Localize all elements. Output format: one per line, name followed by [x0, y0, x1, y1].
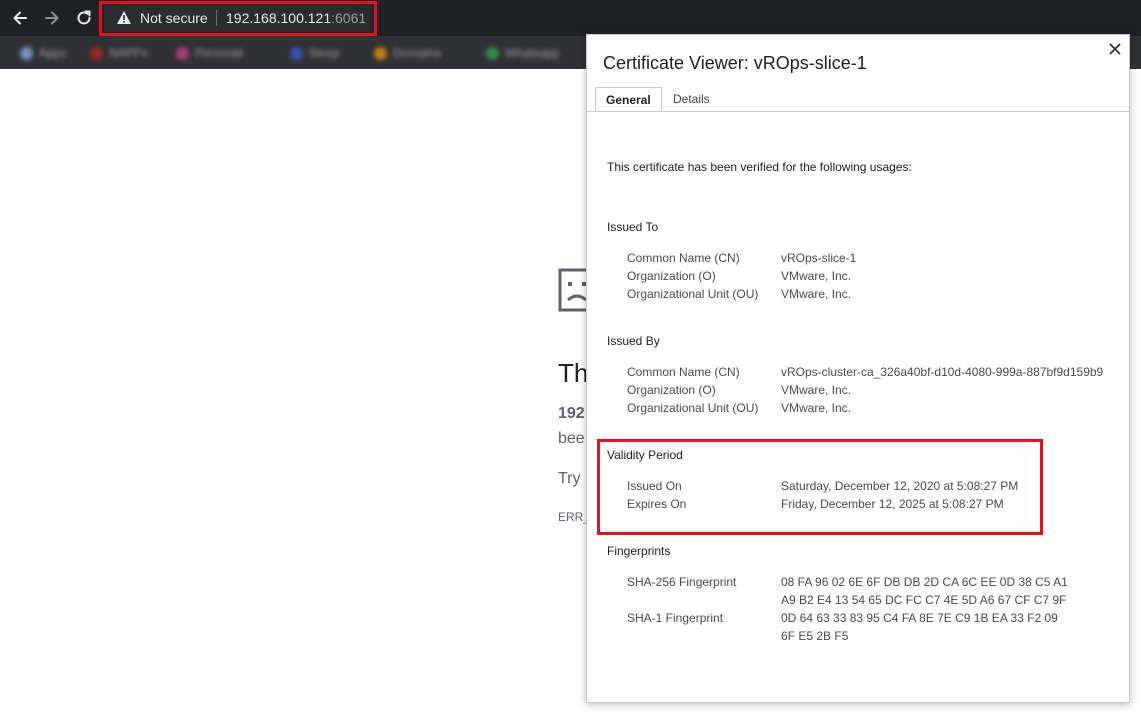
issued-by-ou-label: Organizational Unit (OU) [627, 401, 759, 415]
bookmark-item[interactable]: Whatsapp [486, 45, 559, 61]
bookmark-item[interactable]: Apps [20, 45, 66, 61]
bookmark-item[interactable]: Personal [176, 45, 242, 61]
error-message: bee [558, 430, 585, 447]
bookmark-label: Domaina [393, 46, 442, 60]
not-secure-label[interactable]: Not secure [140, 10, 208, 26]
bookmark-label: Whatsapp [505, 46, 560, 60]
bookmark-label: Personal [195, 46, 243, 60]
issued-to-cn-label: Common Name (CN) [627, 251, 740, 265]
issued-on-label: Issued On [627, 479, 682, 493]
bookmark-label: Apps [39, 46, 67, 60]
url-port: :6061 [331, 10, 367, 26]
bookmark-favicon [176, 46, 189, 60]
arrow-right-icon [45, 11, 59, 25]
error-host: 192 [558, 405, 585, 422]
url-host: 192.168.100.121 [226, 10, 332, 26]
bookmark-favicon [290, 46, 303, 60]
tab-general[interactable]: General [595, 87, 662, 111]
expires-on-label: Expires On [627, 497, 687, 511]
arrow-left-icon [13, 11, 27, 25]
issued-by-cn-value: vROps-cluster-ca_326a40bf-d10d-4080-999a… [781, 365, 1104, 379]
warning-icon[interactable] [116, 10, 132, 25]
issued-to-o-label: Organization (O) [627, 269, 716, 283]
expires-on-value: Friday, December 12, 2025 at 5:08:27 PM [781, 497, 1004, 511]
address-separator [216, 10, 217, 26]
issued-to-o-value: VMware, Inc. [781, 269, 852, 283]
sha256-value-line2: A9 B2 E4 13 54 65 DC FC C7 4E 5D A6 67 C… [781, 593, 1067, 607]
forward-button[interactable] [40, 6, 64, 30]
certificate-viewer-dialog: Certificate Viewer: vROps-slice-1 Genera… [586, 34, 1130, 703]
sha256-value-line1: 08 FA 96 02 6E 6F DB DB 2D CA 6C EE 0D 3… [781, 575, 1068, 589]
issued-to-ou-label: Organizational Unit (OU) [627, 287, 759, 301]
close-button[interactable] [1105, 39, 1125, 59]
back-button[interactable] [8, 6, 32, 30]
issued-to-cn-value: vROps-slice-1 [781, 251, 857, 265]
sha1-value-line1: 0D 64 63 33 83 95 C4 FA 8E 7E C9 1B EA 3… [781, 611, 1058, 625]
issued-by-heading: Issued By [607, 334, 660, 348]
issued-by-o-label: Organization (O) [627, 383, 716, 397]
error-title: Th [558, 358, 589, 388]
issued-to-heading: Issued To [607, 220, 659, 234]
bookmark-label: NAPPs [109, 46, 148, 60]
reload-icon [77, 10, 91, 25]
error-suggestion: Try [558, 470, 581, 487]
tab-details[interactable]: Details [663, 87, 720, 111]
reload-button[interactable] [72, 6, 96, 30]
bookmark-favicon [486, 46, 499, 60]
issued-on-value: Saturday, December 12, 2020 at 5:08:27 P… [781, 479, 1019, 493]
apps-grid-icon [20, 46, 33, 60]
bookmark-favicon [374, 46, 387, 60]
issued-by-cn-label: Common Name (CN) [627, 365, 740, 379]
sha1-value-line2: 6F E5 2B F5 [781, 629, 849, 643]
browser-toolbar: Not secure 192.168.100.121:6061 [0, 0, 1141, 36]
fingerprints-heading: Fingerprints [607, 544, 671, 558]
issued-by-o-value: VMware, Inc. [781, 383, 852, 397]
issued-by-ou-value: VMware, Inc. [781, 401, 852, 415]
address-bar[interactable]: Not secure 192.168.100.121:6061 [104, 4, 372, 32]
intro-text: This certificate has been verified for t… [607, 160, 912, 174]
bookmark-item[interactable]: NAPPs [90, 45, 148, 61]
sha1-label: SHA-1 Fingerprint [627, 611, 724, 625]
issued-to-ou-value: VMware, Inc. [781, 287, 852, 301]
validity-heading: Validity Period [607, 448, 683, 462]
bookmark-favicon [90, 46, 103, 60]
bookmark-item[interactable]: Domaina [374, 45, 441, 61]
close-icon [1109, 43, 1121, 55]
bookmark-item[interactable]: Sleep [290, 45, 340, 61]
url-text[interactable]: 192.168.100.121:6061 [226, 10, 366, 26]
tab-bar: General Details [587, 87, 1129, 112]
sha256-label: SHA-256 Fingerprint [627, 575, 737, 589]
bookmark-label: Sleep [309, 46, 340, 60]
dialog-title: Certificate Viewer: vROps-slice-1 [603, 53, 867, 73]
